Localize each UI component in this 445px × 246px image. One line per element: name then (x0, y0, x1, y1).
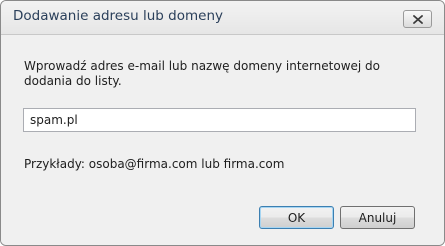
dialog-window: Dodawanie adresu lub domeny Wprowadź adr… (0, 0, 445, 246)
title-bar[interactable]: Dodawanie adresu lub domeny (1, 1, 444, 35)
close-button[interactable] (403, 10, 432, 28)
instructions-text: Wprowadź adres e-mail lub nazwę domeny i… (24, 59, 381, 88)
dialog-content: Wprowadź adres e-mail lub nazwę domeny i… (1, 35, 444, 245)
close-icon (413, 15, 423, 24)
examples-text: Przykłady: osoba@firma.com lub firma.com (24, 157, 285, 171)
ok-button[interactable]: OK (259, 206, 334, 229)
window-title: Dodawanie adresu lub domeny (13, 8, 223, 24)
cancel-button[interactable]: Anuluj (340, 206, 415, 229)
address-input[interactable] (23, 108, 416, 132)
